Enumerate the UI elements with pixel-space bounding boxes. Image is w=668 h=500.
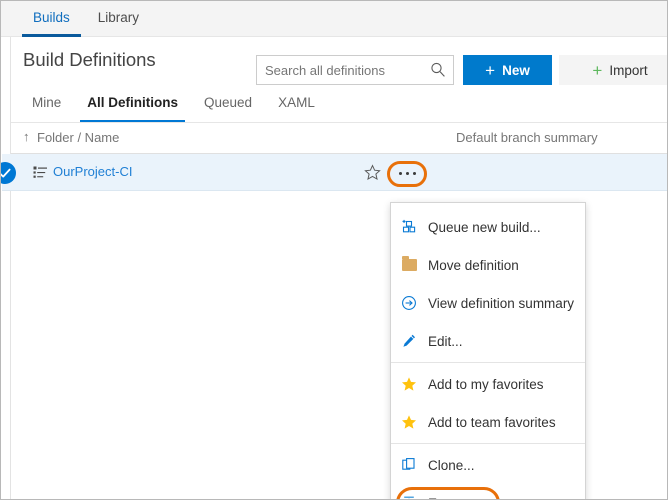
plus-icon: + xyxy=(592,62,602,79)
import-definition-button-label: Import xyxy=(609,63,647,78)
export-up-arrow-icon xyxy=(400,494,418,500)
menu-item-export-label: Export xyxy=(428,496,467,500)
search-box[interactable] xyxy=(256,55,454,85)
hub-tab-builds[interactable]: Builds xyxy=(19,1,84,37)
arrow-circle-right-icon xyxy=(400,294,418,312)
menu-item-add-to-team-favorites-label: Add to team favorites xyxy=(428,415,556,430)
menu-item-add-to-team-favorites[interactable]: Add to team favorites xyxy=(391,403,585,441)
star-icon xyxy=(400,375,418,393)
pencil-icon xyxy=(400,332,418,350)
pivot-mine[interactable]: Mine xyxy=(19,93,74,123)
build-definition-icon xyxy=(33,165,48,180)
plus-icon: + xyxy=(485,62,495,79)
menu-separator xyxy=(391,443,585,444)
menu-item-edit[interactable]: Edit... xyxy=(391,322,585,360)
new-definition-button[interactable]: + New xyxy=(463,55,552,85)
left-gutter-divider xyxy=(10,37,11,500)
sort-ascending-icon[interactable]: ↑ xyxy=(23,129,30,144)
search-icon[interactable] xyxy=(429,61,447,79)
grid-header-row: ↑ Folder / Name Default branch summary xyxy=(11,123,668,154)
menu-item-view-definition-summary-label: View definition summary xyxy=(428,296,574,311)
table-row[interactable]: OurProject-CI xyxy=(2,154,668,191)
menu-item-queue-new-build[interactable]: Queue new build... xyxy=(391,208,585,246)
menu-item-edit-label: Edit... xyxy=(428,334,463,349)
menu-item-move-definition[interactable]: Move definition xyxy=(391,246,585,284)
hub-tab-library-label: Library xyxy=(98,10,139,25)
pivot-xaml[interactable]: XAML xyxy=(265,93,328,123)
pivot-all-definitions-label: All Definitions xyxy=(87,95,178,110)
menu-item-queue-new-build-label: Queue new build... xyxy=(428,220,541,235)
star-icon xyxy=(400,413,418,431)
menu-item-add-to-my-favorites[interactable]: Add to my favorites xyxy=(391,365,585,403)
row-context-menu: Queue new build... Move definition View … xyxy=(390,202,586,500)
new-definition-button-label: New xyxy=(502,63,530,78)
pivot-queued[interactable]: Queued xyxy=(191,93,265,123)
ellipsis-dot xyxy=(399,172,402,175)
folder-icon xyxy=(400,256,418,274)
column-header-default-branch-summary[interactable]: Default branch summary xyxy=(456,130,598,145)
pivot-tab-list: Mine All Definitions Queued XAML xyxy=(19,93,328,123)
ellipsis-dot xyxy=(413,172,416,175)
copy-icon xyxy=(400,456,418,474)
menu-separator xyxy=(391,362,585,363)
hub-tab-list: Builds Library xyxy=(19,1,153,37)
build-definitions-page: Builds Library Build Definitions + New +… xyxy=(0,0,668,500)
pivot-all-definitions[interactable]: All Definitions xyxy=(74,93,191,123)
hub-tab-library[interactable]: Library xyxy=(84,1,153,37)
menu-item-clone-label: Clone... xyxy=(428,458,475,473)
pivot-xaml-label: XAML xyxy=(278,95,315,110)
favorite-star-icon[interactable] xyxy=(364,164,381,181)
menu-item-add-to-my-favorites-label: Add to my favorites xyxy=(428,377,544,392)
page-title: Build Definitions xyxy=(23,49,156,71)
hub-tab-bar: Builds Library xyxy=(1,1,667,37)
menu-item-move-definition-label: Move definition xyxy=(428,258,519,273)
search-input[interactable] xyxy=(257,56,427,84)
row-selected-check-icon[interactable] xyxy=(0,162,16,184)
build-definition-name-link[interactable]: OurProject-CI xyxy=(53,164,132,179)
import-definition-button[interactable]: + Import xyxy=(559,55,668,85)
menu-item-clone[interactable]: Clone... xyxy=(391,446,585,484)
row-ellipsis-button[interactable] xyxy=(391,165,424,181)
pivot-queued-label: Queued xyxy=(204,95,252,110)
hub-tab-builds-label: Builds xyxy=(33,10,70,25)
menu-item-export[interactable]: Export xyxy=(391,484,585,500)
menu-item-view-definition-summary[interactable]: View definition summary xyxy=(391,284,585,322)
column-header-folder-name[interactable]: Folder / Name xyxy=(37,130,119,145)
ellipsis-dot xyxy=(406,172,409,175)
pivot-mine-label: Mine xyxy=(32,95,61,110)
queue-new-build-icon xyxy=(400,218,418,236)
